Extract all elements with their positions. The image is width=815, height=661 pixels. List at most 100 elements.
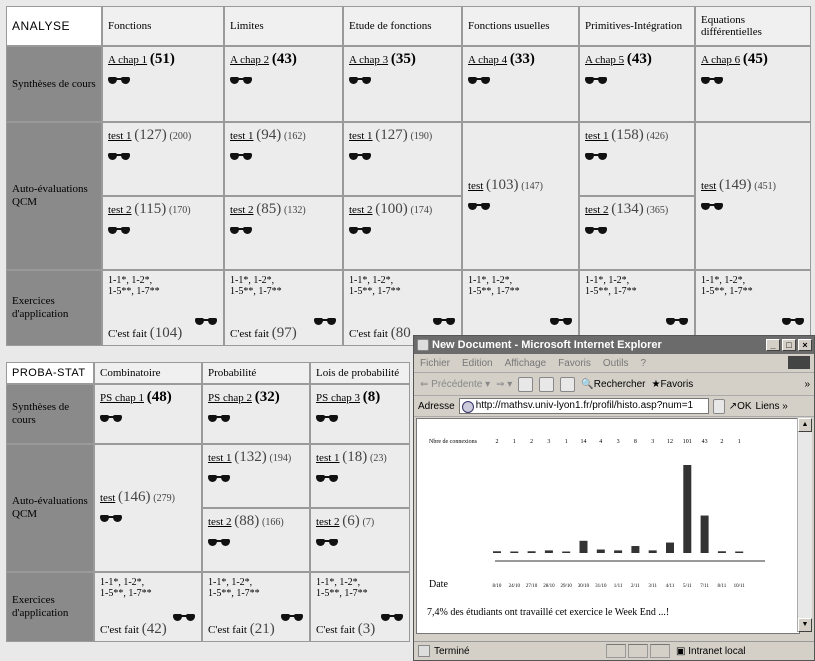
menu-edition[interactable]: Edition	[462, 358, 493, 369]
glasses-icon[interactable]	[433, 317, 455, 327]
glasses-icon[interactable]	[230, 226, 252, 236]
glasses-icon[interactable]	[195, 317, 217, 327]
view-count: (33)	[509, 51, 535, 67]
glasses-icon[interactable]	[585, 226, 607, 236]
stop-icon[interactable]	[518, 376, 534, 392]
menu-fichier[interactable]: Fichier	[420, 358, 450, 369]
test-link[interactable]: test 2	[349, 204, 373, 216]
glasses-icon[interactable]	[208, 414, 230, 424]
go-button[interactable]: ↗OK	[729, 401, 752, 412]
glasses-icon[interactable]	[468, 76, 490, 86]
test-link[interactable]: test 2	[316, 516, 340, 528]
menu-favoris[interactable]: Favoris	[558, 358, 591, 369]
test-link[interactable]: test 1	[585, 130, 609, 142]
forward-button[interactable]: ⇒ ▾	[496, 379, 512, 390]
menu-help[interactable]: ?	[640, 358, 646, 369]
glasses-icon[interactable]	[208, 538, 230, 548]
close-button[interactable]: ×	[798, 339, 812, 351]
maximize-button[interactable]: □	[782, 339, 796, 351]
glasses-icon[interactable]	[100, 414, 122, 424]
minimize-button[interactable]: _	[766, 339, 780, 351]
test-link[interactable]: test	[468, 180, 483, 192]
chapter-link[interactable]: PS chap 3	[316, 392, 360, 404]
chapter-link[interactable]: PS chap 1	[100, 392, 144, 404]
ie-titlebar[interactable]: New Document - Microsoft Internet Explor…	[414, 336, 814, 354]
menu-affichage[interactable]: Affichage	[505, 358, 547, 369]
chapter-link[interactable]: A chap 1	[108, 54, 147, 66]
window-title: New Document - Microsoft Internet Explor…	[432, 339, 662, 351]
syntheses-cell: A chap 1 (51)	[102, 46, 224, 122]
glasses-icon[interactable]	[701, 202, 723, 212]
glasses-icon[interactable]	[316, 414, 338, 424]
glasses-icon[interactable]	[349, 152, 371, 162]
glasses-icon[interactable]	[468, 202, 490, 212]
chapter-link[interactable]: A chap 6	[701, 54, 740, 66]
chapter-link[interactable]: A chap 4	[468, 54, 507, 66]
glasses-icon[interactable]	[782, 317, 804, 327]
glasses-icon[interactable]	[281, 613, 303, 623]
exercise-list[interactable]: 1-1*, 1-2*, 1-5**, 1-7**	[100, 577, 196, 599]
favorites-button[interactable]: ★Favoris	[651, 379, 693, 390]
links-button[interactable]: Liens »	[756, 401, 788, 412]
exercise-list[interactable]: 1-1*, 1-2*, 1-5**, 1-7**	[108, 275, 218, 297]
glasses-icon[interactable]	[314, 317, 336, 327]
chapter-link[interactable]: A chap 5	[585, 54, 624, 66]
chapter-link[interactable]: A chap 2	[230, 54, 269, 66]
test-link[interactable]: test 2	[108, 204, 132, 216]
glasses-icon[interactable]	[585, 76, 607, 86]
test-link[interactable]: test 2	[230, 204, 254, 216]
glasses-icon[interactable]	[666, 317, 688, 327]
glasses-icon[interactable]	[230, 152, 252, 162]
view-count: (48)	[146, 389, 172, 405]
test-count: (94)	[256, 127, 282, 143]
scroll-down-arrow[interactable]: ▼	[798, 618, 812, 632]
exercise-list[interactable]: 1-1*, 1-2*, 1-5**, 1-7**	[701, 275, 805, 297]
search-button[interactable]: 🔍Rechercher	[581, 379, 645, 390]
exercise-list[interactable]: 1-1*, 1-2*, 1-5**, 1-7**	[585, 275, 689, 297]
address-input[interactable]: http://mathsv.univ-lyon1.fr/profil/histo…	[458, 398, 709, 414]
glasses-icon[interactable]	[585, 152, 607, 162]
glasses-icon[interactable]	[230, 76, 252, 86]
chapter-link[interactable]: PS chap 2	[208, 392, 252, 404]
glasses-icon[interactable]	[316, 474, 338, 484]
back-button[interactable]: ⇐ Précédente ▾	[420, 379, 490, 390]
test-link[interactable]: test 1	[108, 130, 132, 142]
glasses-icon[interactable]	[701, 76, 723, 86]
test-count: (127)	[134, 127, 167, 143]
glasses-icon[interactable]	[108, 152, 130, 162]
toolbar-overflow-icon[interactable]: »	[804, 379, 810, 390]
chapter-link[interactable]: A chap 3	[349, 54, 388, 66]
menu-outils[interactable]: Outils	[603, 358, 629, 369]
analyse-header-etude: Etude de fonctions	[343, 6, 462, 46]
test-link[interactable]: test 1	[230, 130, 254, 142]
glasses-icon[interactable]	[316, 538, 338, 548]
test-link[interactable]: test 1	[316, 452, 340, 464]
glasses-icon[interactable]	[349, 226, 371, 236]
exercise-list[interactable]: 1-1*, 1-2*, 1-5**, 1-7**	[230, 275, 337, 297]
refresh-icon[interactable]	[539, 376, 555, 392]
vertical-scrollbar[interactable]: ▲ ▼	[797, 418, 812, 632]
glasses-icon[interactable]	[100, 514, 122, 524]
test-link[interactable]: test	[701, 180, 716, 192]
exercise-list[interactable]: 1-1*, 1-2*, 1-5**, 1-7**	[468, 275, 573, 297]
scroll-up-arrow[interactable]: ▲	[798, 418, 812, 432]
test-link[interactable]: test 2	[208, 516, 232, 528]
glasses-icon[interactable]	[208, 474, 230, 484]
glasses-icon[interactable]	[173, 613, 195, 623]
address-dropdown-icon[interactable]	[712, 398, 725, 414]
exercise-list[interactable]: 1-1*, 1-2*, 1-5**, 1-7**	[316, 577, 404, 599]
test-link[interactable]: test	[100, 492, 115, 504]
test-link[interactable]: test 2	[585, 204, 609, 216]
exercise-cell: 1-1*, 1-2*, 1-5**, 1-7** C'est fait (21)	[202, 572, 310, 642]
test-link[interactable]: test 1	[349, 130, 373, 142]
glasses-icon[interactable]	[108, 226, 130, 236]
home-icon[interactable]	[560, 376, 576, 392]
glasses-icon[interactable]	[349, 76, 371, 86]
exercise-list[interactable]: 1-1*, 1-2*, 1-5**, 1-7**	[349, 275, 456, 297]
test-link[interactable]: test 1	[208, 452, 232, 464]
glasses-icon[interactable]	[550, 317, 572, 327]
exercise-list[interactable]: 1-1*, 1-2*, 1-5**, 1-7**	[208, 577, 304, 599]
glasses-icon[interactable]	[108, 76, 130, 86]
glasses-icon[interactable]	[381, 613, 403, 623]
test-total: (132)	[284, 205, 306, 216]
